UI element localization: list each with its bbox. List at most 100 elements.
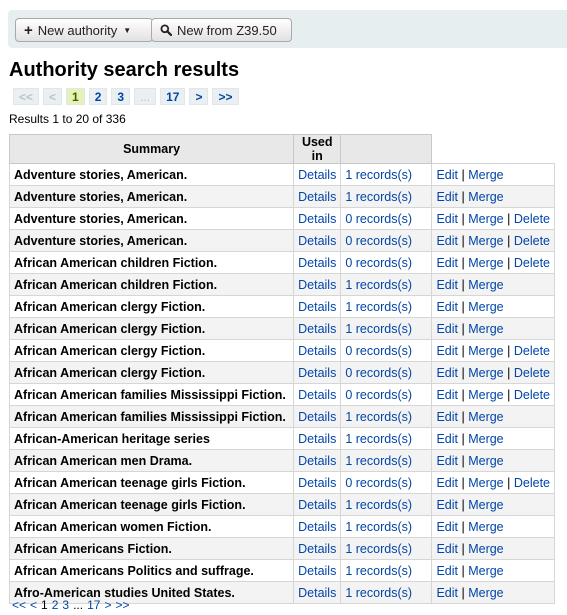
merge-link[interactable]: Merge	[468, 256, 503, 270]
used-in-link[interactable]: 1 records(s)	[345, 190, 412, 204]
used-in-link[interactable]: 1 records(s)	[345, 168, 412, 182]
delete-link[interactable]: Delete	[514, 344, 550, 358]
merge-link[interactable]: Merge	[468, 454, 503, 468]
delete-link[interactable]: Delete	[514, 234, 550, 248]
merge-link[interactable]: Merge	[468, 344, 503, 358]
details-link[interactable]: Details	[298, 256, 336, 270]
edit-link[interactable]: Edit	[436, 278, 458, 292]
used-in-link[interactable]: 0 records(s)	[345, 476, 412, 490]
details-link[interactable]: Details	[298, 322, 336, 336]
details-link[interactable]: Details	[298, 234, 336, 248]
merge-link[interactable]: Merge	[468, 520, 503, 534]
used-in-link[interactable]: 0 records(s)	[345, 388, 412, 402]
merge-link[interactable]: Merge	[468, 432, 503, 446]
details-link[interactable]: Details	[298, 498, 336, 512]
details-link[interactable]: Details	[298, 344, 336, 358]
edit-link[interactable]: Edit	[436, 300, 458, 314]
merge-link[interactable]: Merge	[468, 586, 503, 600]
used-in-link[interactable]: 0 records(s)	[345, 256, 412, 270]
pager-page-link[interactable]: 2	[52, 598, 59, 612]
used-in-link[interactable]: 1 records(s)	[345, 300, 412, 314]
edit-link[interactable]: Edit	[436, 432, 458, 446]
pager-next[interactable]: >	[189, 88, 209, 105]
details-link[interactable]: Details	[298, 520, 336, 534]
edit-link[interactable]: Edit	[436, 190, 458, 204]
edit-link[interactable]: Edit	[436, 542, 458, 556]
used-in-link[interactable]: 1 records(s)	[345, 542, 412, 556]
details-link[interactable]: Details	[298, 278, 336, 292]
edit-link[interactable]: Edit	[436, 234, 458, 248]
pager-page-link[interactable]: 2	[88, 88, 108, 105]
details-link[interactable]: Details	[298, 586, 336, 600]
details-link[interactable]: Details	[298, 410, 336, 424]
pager-last[interactable]: >>	[212, 88, 239, 105]
pager-page-link[interactable]: 3	[111, 88, 131, 105]
edit-link[interactable]: Edit	[436, 344, 458, 358]
used-in-link[interactable]: 1 records(s)	[345, 520, 412, 534]
details-link[interactable]: Details	[298, 564, 336, 578]
edit-link[interactable]: Edit	[436, 454, 458, 468]
details-link[interactable]: Details	[298, 454, 336, 468]
delete-link[interactable]: Delete	[514, 256, 550, 270]
edit-link[interactable]: Edit	[436, 410, 458, 424]
details-link[interactable]: Details	[298, 542, 336, 556]
merge-link[interactable]: Merge	[468, 190, 503, 204]
details-link[interactable]: Details	[298, 212, 336, 226]
pager-first[interactable]: <<	[12, 598, 26, 612]
edit-link[interactable]: Edit	[436, 564, 458, 578]
details-link[interactable]: Details	[298, 388, 336, 402]
merge-link[interactable]: Merge	[468, 564, 503, 578]
edit-link[interactable]: Edit	[436, 388, 458, 402]
merge-link[interactable]: Merge	[468, 322, 503, 336]
edit-link[interactable]: Edit	[436, 586, 458, 600]
merge-link[interactable]: Merge	[468, 278, 503, 292]
delete-link[interactable]: Delete	[514, 212, 550, 226]
merge-link[interactable]: Merge	[468, 212, 503, 226]
merge-link[interactable]: Merge	[468, 410, 503, 424]
used-in-link[interactable]: 1 records(s)	[345, 322, 412, 336]
pager-last-page[interactable]: 17	[160, 88, 186, 105]
used-in-link[interactable]: 1 records(s)	[345, 410, 412, 424]
used-in-link[interactable]: 1 records(s)	[345, 498, 412, 512]
delete-link[interactable]: Delete	[514, 366, 550, 380]
pager-last[interactable]: >>	[115, 598, 129, 612]
details-link[interactable]: Details	[298, 300, 336, 314]
used-in-link[interactable]: 1 records(s)	[345, 586, 412, 600]
merge-link[interactable]: Merge	[468, 234, 503, 248]
edit-link[interactable]: Edit	[436, 168, 458, 182]
used-in-link[interactable]: 1 records(s)	[345, 432, 412, 446]
pager-next[interactable]: >	[104, 598, 111, 612]
new-authority-button[interactable]: + New authority ▼	[15, 18, 153, 42]
used-in-link[interactable]: 1 records(s)	[345, 278, 412, 292]
delete-link[interactable]: Delete	[514, 388, 550, 402]
edit-link[interactable]: Edit	[436, 366, 458, 380]
edit-link[interactable]: Edit	[436, 322, 458, 336]
new-from-z3950-button[interactable]: New from Z39.50	[151, 18, 292, 42]
details-link[interactable]: Details	[298, 366, 336, 380]
merge-link[interactable]: Merge	[468, 300, 503, 314]
used-in-link[interactable]: 0 records(s)	[345, 234, 412, 248]
edit-link[interactable]: Edit	[436, 498, 458, 512]
details-link[interactable]: Details	[298, 476, 336, 490]
merge-link[interactable]: Merge	[468, 476, 503, 490]
used-in-link[interactable]: 0 records(s)	[345, 366, 412, 380]
edit-link[interactable]: Edit	[436, 476, 458, 490]
details-link[interactable]: Details	[298, 432, 336, 446]
used-in-link[interactable]: 1 records(s)	[345, 454, 412, 468]
edit-link[interactable]: Edit	[436, 256, 458, 270]
merge-link[interactable]: Merge	[468, 542, 503, 556]
merge-link[interactable]: Merge	[468, 498, 503, 512]
details-link[interactable]: Details	[298, 168, 336, 182]
merge-link[interactable]: Merge	[468, 388, 503, 402]
pager-page-link[interactable]: 3	[62, 598, 69, 612]
pager-last-page[interactable]: 17	[87, 598, 100, 612]
delete-link[interactable]: Delete	[514, 476, 550, 490]
used-in-link[interactable]: 0 records(s)	[345, 344, 412, 358]
details-link[interactable]: Details	[298, 190, 336, 204]
edit-link[interactable]: Edit	[436, 212, 458, 226]
edit-link[interactable]: Edit	[436, 520, 458, 534]
used-in-link[interactable]: 0 records(s)	[345, 212, 412, 226]
merge-link[interactable]: Merge	[468, 366, 503, 380]
pager-prev[interactable]: <	[30, 598, 37, 612]
merge-link[interactable]: Merge	[468, 168, 503, 182]
